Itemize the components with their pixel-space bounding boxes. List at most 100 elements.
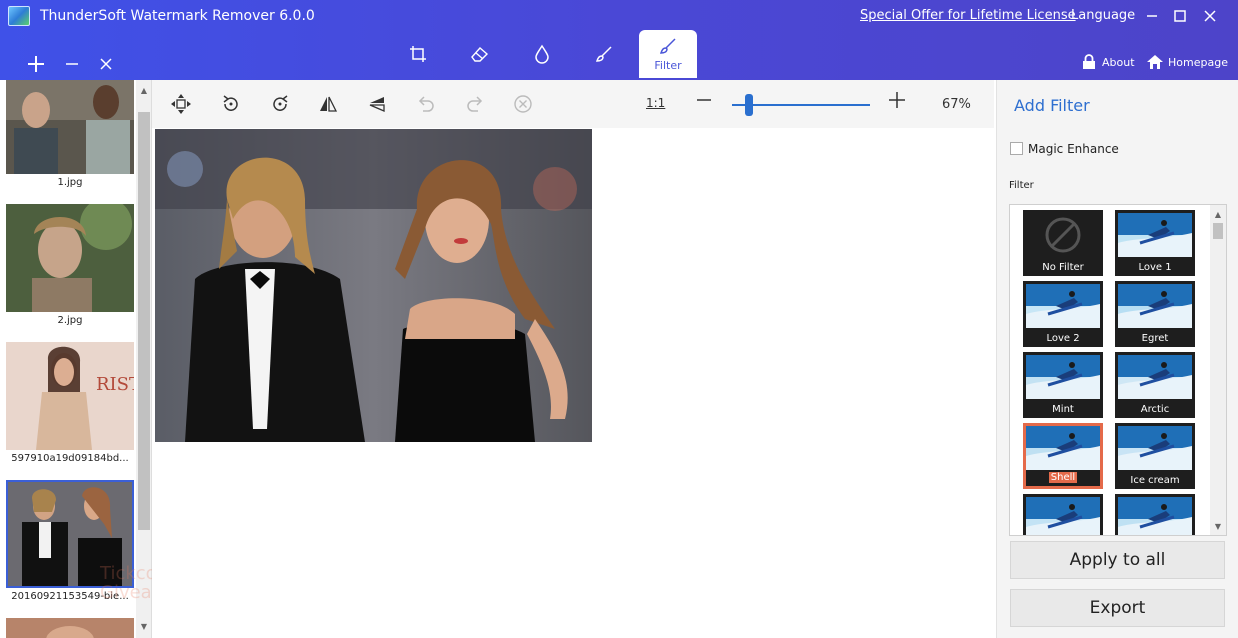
filter-tile-shell[interactable]: Shell bbox=[1023, 423, 1103, 489]
scroll-down-icon[interactable]: ▼ bbox=[1210, 518, 1226, 534]
svg-text:RIST: RIST bbox=[96, 374, 134, 395]
panel-title: Add Filter bbox=[1014, 96, 1090, 115]
canvas-toolbar: 1:1 67% bbox=[152, 80, 994, 128]
thumbnail-label: 597910a19d09184bd... bbox=[11, 453, 129, 464]
rotate-right-icon bbox=[273, 95, 288, 111]
droplet-icon bbox=[535, 44, 549, 64]
filter-preview bbox=[1118, 213, 1192, 257]
tab-filter[interactable]: Filter bbox=[639, 30, 697, 78]
homepage-button[interactable]: Homepage bbox=[1146, 54, 1228, 70]
maximize-icon bbox=[1174, 10, 1186, 22]
file-thumbnail[interactable]: 2.jpg bbox=[4, 204, 136, 326]
filter-tile-love-1[interactable]: Love 1 bbox=[1115, 210, 1195, 276]
filter-name: Love 1 bbox=[1138, 262, 1172, 273]
move-button[interactable] bbox=[169, 92, 193, 116]
close-button[interactable] bbox=[1198, 4, 1222, 28]
file-thumbnail[interactable] bbox=[4, 618, 136, 638]
redo-button[interactable] bbox=[463, 92, 487, 116]
clear-files-button[interactable] bbox=[95, 53, 117, 75]
export-button[interactable]: Export bbox=[1010, 589, 1225, 627]
zoom-slider-handle[interactable] bbox=[744, 94, 753, 116]
filter-name: Shell bbox=[1048, 472, 1078, 483]
minus-icon bbox=[697, 99, 711, 101]
filter-icon bbox=[659, 37, 676, 54]
tab-crop[interactable] bbox=[389, 30, 447, 78]
zoom-slider[interactable] bbox=[732, 94, 870, 116]
actual-size-button[interactable]: 1:1 bbox=[646, 96, 665, 110]
redo-icon bbox=[467, 96, 483, 112]
scroll-up-icon[interactable]: ▲ bbox=[1210, 206, 1226, 222]
maximize-button[interactable] bbox=[1168, 4, 1192, 28]
about-button[interactable]: About bbox=[1082, 54, 1135, 70]
file-list-panel: 1.jpg 2.jpg RIST 597910a19d09184 bbox=[0, 80, 152, 638]
eraser-icon bbox=[471, 47, 489, 62]
tab-blur[interactable] bbox=[513, 30, 571, 78]
zoom-value: 67% bbox=[942, 97, 971, 112]
app-title: ThunderSoft Watermark Remover 6.0.0 bbox=[40, 8, 315, 24]
home-icon bbox=[1147, 55, 1163, 69]
filter-tile[interactable] bbox=[1023, 494, 1103, 535]
plus-icon bbox=[28, 56, 44, 72]
close-icon bbox=[100, 58, 112, 70]
filter-preview bbox=[1118, 426, 1192, 470]
thumbnail-image bbox=[6, 204, 134, 312]
zoom-in-button[interactable] bbox=[888, 90, 906, 114]
add-file-button[interactable] bbox=[25, 53, 47, 75]
image-canvas[interactable] bbox=[152, 128, 994, 638]
thumbnail-image: RIST bbox=[6, 342, 134, 450]
filter-preview bbox=[1026, 497, 1100, 535]
scrollbar-thumb[interactable] bbox=[138, 112, 150, 530]
filter-tile-ice-cream[interactable]: Ice cream bbox=[1115, 423, 1195, 489]
magic-enhance-label[interactable]: Magic Enhance bbox=[1028, 142, 1119, 156]
thumbnail-image bbox=[6, 618, 134, 638]
no-filter-icon bbox=[1026, 213, 1100, 257]
file-thumbnail[interactable]: 1.jpg bbox=[4, 80, 136, 188]
filter-tile-egret[interactable]: Egret bbox=[1115, 281, 1195, 347]
apply-to-all-button[interactable]: Apply to all bbox=[1010, 541, 1225, 579]
close-circle-icon bbox=[514, 95, 532, 113]
flip-vertical-button[interactable] bbox=[365, 92, 389, 116]
filter-grid-scrollbar[interactable]: ▲ ▼ bbox=[1210, 205, 1226, 535]
scroll-down-icon[interactable]: ▼ bbox=[136, 618, 151, 634]
filter-preview bbox=[1118, 355, 1192, 399]
rotate-left-button[interactable] bbox=[219, 92, 243, 116]
filter-tile-love-2[interactable]: Love 2 bbox=[1023, 281, 1103, 347]
filter-preview bbox=[1026, 284, 1100, 328]
title-bar: ThunderSoft Watermark Remover 6.0.0 Spec… bbox=[0, 0, 1238, 80]
zoom-out-button[interactable] bbox=[696, 92, 712, 113]
undo-icon bbox=[418, 96, 434, 112]
remove-file-button[interactable] bbox=[61, 53, 83, 75]
undo-button[interactable] bbox=[414, 92, 438, 116]
tab-brush[interactable] bbox=[575, 30, 633, 78]
filter-tile-mint[interactable]: Mint bbox=[1023, 352, 1103, 418]
filter-tile-no-filter[interactable]: No Filter bbox=[1023, 210, 1103, 276]
lock-icon bbox=[1083, 54, 1095, 69]
rotate-left-icon bbox=[223, 95, 238, 111]
filter-section-label: Filter bbox=[1009, 180, 1034, 191]
tab-eraser[interactable] bbox=[451, 30, 509, 78]
minimize-button[interactable] bbox=[1140, 4, 1164, 28]
about-label: About bbox=[1102, 55, 1135, 69]
filter-tile[interactable] bbox=[1115, 494, 1195, 535]
scroll-up-icon[interactable]: ▲ bbox=[136, 82, 151, 98]
cancel-button[interactable] bbox=[511, 92, 535, 116]
thumbnail-label: 1.jpg bbox=[57, 177, 83, 188]
rotate-right-button[interactable] bbox=[268, 92, 292, 116]
filter-tile-arctic[interactable]: Arctic bbox=[1115, 352, 1195, 418]
language-menu[interactable]: Language bbox=[1071, 8, 1135, 23]
filter-name: Arctic bbox=[1140, 404, 1170, 415]
filter-preview bbox=[1118, 284, 1192, 328]
homepage-label: Homepage bbox=[1168, 55, 1228, 69]
move-icon bbox=[171, 94, 191, 114]
flip-horizontal-button[interactable] bbox=[316, 92, 340, 116]
close-icon bbox=[1204, 10, 1216, 22]
file-thumbnail[interactable]: RIST 597910a19d09184bd... bbox=[4, 342, 136, 464]
scrollbar-thumb[interactable] bbox=[1213, 223, 1223, 239]
file-list-scrollbar[interactable]: ▲ ▼ bbox=[136, 80, 151, 638]
filter-preview bbox=[1026, 355, 1100, 399]
magic-enhance-checkbox[interactable] bbox=[1010, 142, 1023, 155]
special-offer-link[interactable]: Special Offer for Lifetime License bbox=[860, 8, 1076, 23]
filter-name: Ice cream bbox=[1130, 475, 1180, 486]
filter-name: No Filter bbox=[1042, 262, 1084, 273]
minimize-icon bbox=[1147, 15, 1157, 17]
